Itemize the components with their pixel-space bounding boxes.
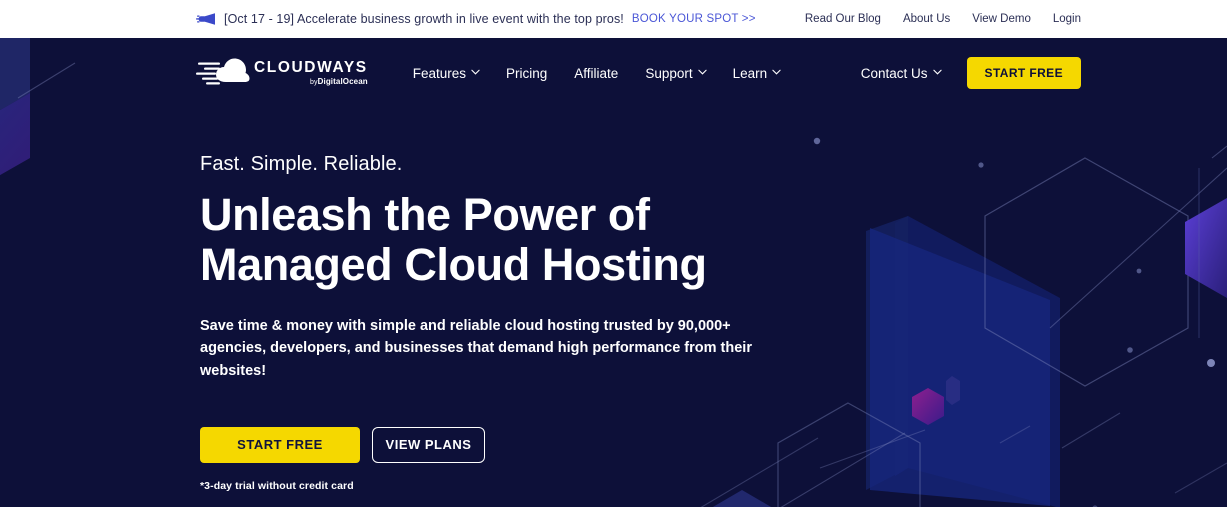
hero-headline-line2: Managed Cloud Hosting <box>200 239 707 291</box>
logo-brand-name: CLOUDWAYS <box>254 58 368 76</box>
chevron-down-icon <box>471 69 480 77</box>
book-your-spot-link[interactable]: BOOK YOUR SPOT >> <box>632 13 756 25</box>
nav-label-pricing: Pricing <box>506 65 548 81</box>
login-link[interactable]: Login <box>1053 13 1081 25</box>
nav-right-group: Contact Us START FREE <box>861 57 1081 89</box>
read-our-blog-link[interactable]: Read Our Blog <box>805 13 881 25</box>
hero-subcopy: Save time & money with simple and reliab… <box>200 317 752 379</box>
announcement-text: [Oct 17 - 19] Accelerate business growth… <box>224 12 624 26</box>
cloudways-logo[interactable]: CLOUDWAYS byDigitalOcean <box>196 56 368 90</box>
cloud-speed-icon <box>196 56 252 90</box>
megaphone-icon <box>196 12 216 26</box>
primary-nav-links: Features Pricing Affiliate Support Learn <box>412 65 781 81</box>
utility-links: Read Our Blog About Us View Demo Login <box>805 0 1081 38</box>
hero-headline: Unleash the Power of Managed Cloud Hosti… <box>200 189 820 291</box>
nav-label-contact-us: Contact Us <box>860 65 928 81</box>
nav-item-features[interactable]: Features <box>412 65 480 81</box>
main-navigation: CLOUDWAYS byDigitalOcean Features Pricin… <box>0 38 1227 108</box>
chevron-down-icon <box>932 69 942 77</box>
chevron-down-icon <box>697 69 707 77</box>
announcement-bar: [Oct 17 - 19] Accelerate business growth… <box>0 0 1227 38</box>
header-start-free-button[interactable]: START FREE <box>966 57 1081 89</box>
nav-label-learn: Learn <box>732 65 768 81</box>
nav-label-support: Support <box>645 65 693 81</box>
view-demo-link[interactable]: View Demo <box>972 13 1031 25</box>
nav-item-affiliate[interactable]: Affiliate <box>574 66 618 81</box>
hero-eyebrow: Fast. Simple. Reliable. <box>200 153 403 175</box>
nav-label-features: Features <box>412 65 467 81</box>
nav-item-pricing[interactable]: Pricing <box>506 66 547 81</box>
logo-by-text: by <box>310 79 318 87</box>
hero-trial-note: *3-day trial without credit card <box>200 479 354 492</box>
nav-item-support[interactable]: Support <box>645 65 707 81</box>
hero-section: CLOUDWAYS byDigitalOcean Features Pricin… <box>0 38 1227 507</box>
hero-cta-row: START FREE VIEW PLANS <box>200 426 820 463</box>
nav-label-affiliate: Affiliate <box>574 65 619 81</box>
about-us-link[interactable]: About Us <box>903 13 950 25</box>
logo-wordmark: CLOUDWAYS byDigitalOcean <box>254 60 368 87</box>
logo-parent-name: DigitalOcean <box>317 77 368 87</box>
hero-start-free-button[interactable]: START FREE <box>200 426 360 463</box>
logo-parent-brand: byDigitalOcean <box>254 77 368 87</box>
hero-headline-line1: Unleash the Power of <box>200 189 650 240</box>
hero-view-plans-button[interactable]: VIEW PLANS <box>372 426 485 463</box>
nav-item-learn[interactable]: Learn <box>733 66 781 81</box>
chevron-down-icon <box>772 69 781 77</box>
announcement-message-group: [Oct 17 - 19] Accelerate business growth… <box>196 0 756 38</box>
nav-item-contact-us[interactable]: Contact Us <box>860 65 942 81</box>
